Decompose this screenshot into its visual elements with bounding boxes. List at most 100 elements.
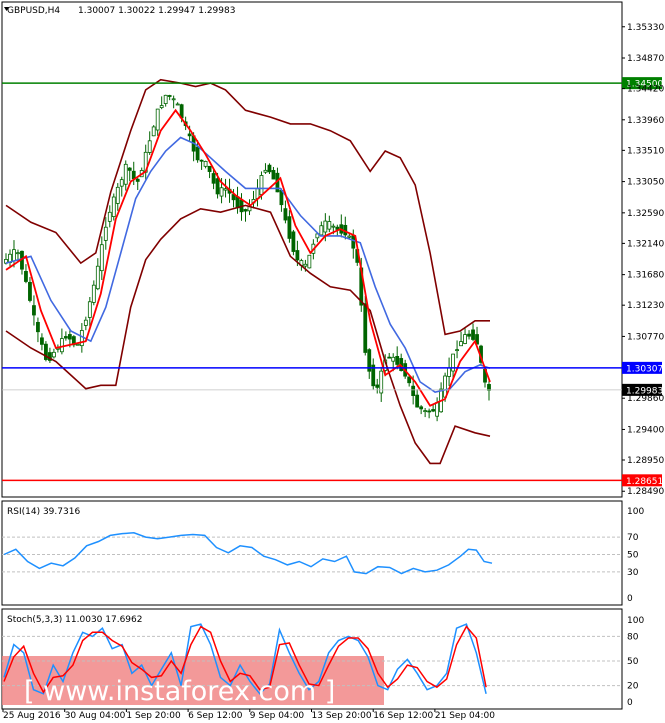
candle-body <box>471 329 475 340</box>
rsi-axis-tick-label: 100 <box>627 507 644 517</box>
candle-body <box>151 126 156 137</box>
candle-body <box>295 250 300 261</box>
candle-body <box>79 330 84 347</box>
candle-body <box>63 336 68 339</box>
candle-body <box>259 175 264 195</box>
candle-body <box>411 385 416 396</box>
candle-body <box>391 356 396 362</box>
candle-body <box>271 169 276 180</box>
price-axis-tick-label: 1.35330 <box>627 23 664 33</box>
candle-body <box>463 334 467 344</box>
candle-body <box>103 226 108 241</box>
time-axis-tick-label: 30 Aug 04:00 <box>65 711 126 721</box>
stoch-axis-tick-label: 100 <box>627 616 644 626</box>
candle-body <box>199 159 204 162</box>
candle-body <box>375 384 380 388</box>
candle-body <box>407 376 412 384</box>
candle-body <box>40 337 44 345</box>
candle-body <box>467 333 471 337</box>
candle-body <box>347 235 352 238</box>
candle-body <box>203 160 208 167</box>
level-label-support: 1.28651 <box>626 477 663 487</box>
stoch-axis-tick-label: 80 <box>627 632 639 642</box>
candle-body <box>447 367 451 377</box>
candle-body <box>91 284 96 303</box>
candle-body <box>171 98 176 101</box>
candle-body <box>219 187 224 197</box>
price-axis-tick-label: 1.33510 <box>627 146 664 156</box>
candle-body <box>36 321 40 333</box>
price-axis-tick-label: 1.29400 <box>627 425 664 435</box>
candle-body <box>263 169 268 173</box>
candle-body <box>107 211 112 222</box>
time-axis-tick-label: 6 Sep 12:00 <box>188 711 243 721</box>
stoch-header: Stoch(5,3,3) 11.0030 17.6962 <box>7 615 142 625</box>
candle-body <box>323 220 328 233</box>
watermark-text: [ www.instaforex.com ] <box>24 676 335 707</box>
candle-body <box>99 244 104 272</box>
time-axis-tick-label: 13 Sep 20:00 <box>312 711 372 721</box>
rsi-header: RSI(14) 39.7316 <box>7 507 80 517</box>
price-axis-tick-label: 1.28950 <box>627 456 664 466</box>
candle-body <box>223 188 228 191</box>
candle-body <box>351 235 356 249</box>
candle-body <box>487 384 491 391</box>
price-axis-tick-label: 1.28490 <box>627 487 664 497</box>
stoch-axis-tick-label: 50 <box>627 657 639 667</box>
candle-body <box>24 271 28 282</box>
candle-body <box>83 319 88 326</box>
candle-body <box>267 164 272 173</box>
candle-body <box>307 254 312 269</box>
candle-body <box>331 225 336 228</box>
chart-header-symbol: GBPUSD,H4 <box>7 6 60 16</box>
time-axis-tick-label: 21 Sep 04:00 <box>435 711 495 721</box>
time-axis-tick-label: 25 Aug 2016 <box>3 711 61 721</box>
rsi-axis-tick-label: 50 <box>627 551 639 561</box>
candle-body <box>147 140 152 153</box>
candle-body <box>327 221 332 230</box>
rsi-panel[interactable] <box>1 500 623 606</box>
price-axis-tick-label: 1.34420 <box>627 85 664 95</box>
price-axis-tick-label: 1.33050 <box>627 178 664 188</box>
candle-body <box>387 356 392 359</box>
candle-body <box>32 305 36 316</box>
price-axis-tick-label: 1.32590 <box>627 209 664 219</box>
candle-body <box>12 249 16 262</box>
candle-body <box>87 301 92 318</box>
candle-body <box>119 179 124 187</box>
chart-header-ohlc: 1.30007 1.30022 1.29947 1.29983 <box>78 6 235 16</box>
candle-body <box>28 281 32 301</box>
rsi-axis-tick-label: 30 <box>627 568 639 578</box>
stoch-axis-tick-label: 0 <box>627 698 633 708</box>
candle-body <box>243 209 248 212</box>
candle-body <box>291 231 296 252</box>
time-axis-tick-label: 9 Sep 04:00 <box>250 711 305 721</box>
candle-body <box>59 338 64 353</box>
candle-body <box>283 208 288 221</box>
candle-body <box>52 351 56 358</box>
candle-body <box>95 265 100 290</box>
rsi-axis-tick-label: 70 <box>627 533 639 543</box>
candle-body <box>111 196 116 218</box>
candle-body <box>131 170 136 180</box>
candle-body <box>235 196 240 209</box>
gbpusd-chart: 1.345001.303071.286511.299831.353301.348… <box>1 1 664 721</box>
candle-body <box>123 163 128 185</box>
price-axis-tick-label: 1.31680 <box>627 271 664 281</box>
candle-body <box>167 95 172 97</box>
candle-body <box>207 165 212 172</box>
price-axis-tick-label: 1.32140 <box>627 239 664 249</box>
time-axis-tick-label: 1 Sep 20:00 <box>126 711 181 721</box>
candle-body <box>215 178 220 195</box>
candle-body <box>175 103 180 106</box>
candle-body <box>431 409 436 412</box>
price-axis-tick-label: 1.34870 <box>627 54 664 64</box>
time-axis-tick-label: 16 Sep 12:00 <box>373 711 433 721</box>
candle-body <box>415 394 420 408</box>
candle-body <box>163 94 168 104</box>
price-axis-tick-label: 1.33960 <box>627 116 664 126</box>
candle-body <box>195 146 200 161</box>
candle-body <box>303 263 308 267</box>
candle-body <box>419 406 424 410</box>
price-axis-tick-label: 1.31230 <box>627 301 664 311</box>
